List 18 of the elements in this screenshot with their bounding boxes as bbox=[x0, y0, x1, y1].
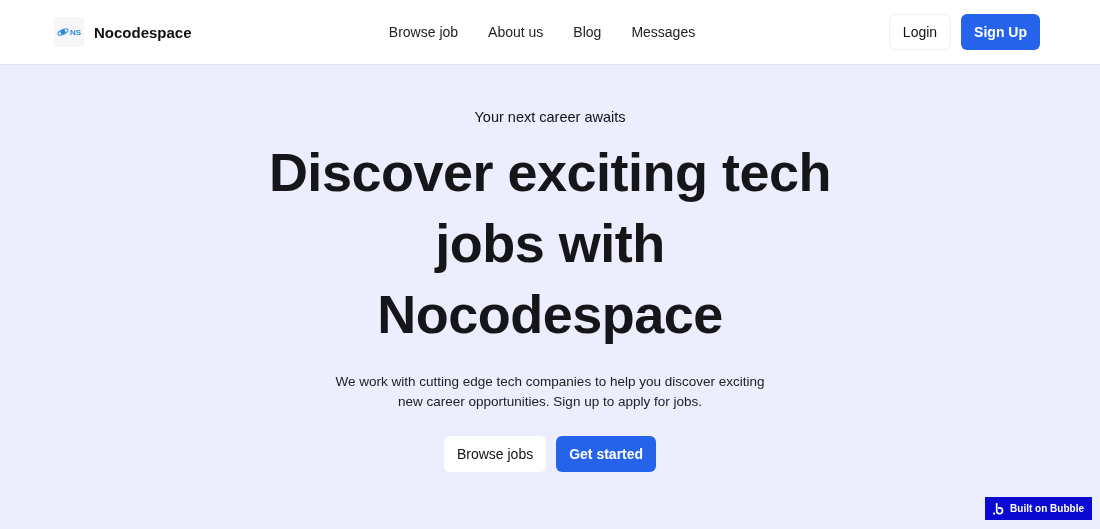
planet-icon bbox=[56, 27, 69, 37]
nav-link[interactable]: Messages bbox=[631, 24, 696, 40]
nav-link[interactable]: Browse job bbox=[388, 24, 459, 40]
hero-title: Discover exciting tech jobs with Nocodespace bbox=[268, 141, 832, 346]
nav-link[interactable]: About us bbox=[488, 24, 544, 40]
badge-label: Built on Bubble bbox=[1010, 503, 1084, 514]
hero-eyebrow: Your next career awaits bbox=[474, 109, 626, 125]
built-on-bubble-badge[interactable]: Built on Bubble bbox=[985, 497, 1092, 520]
login-button[interactable]: Login bbox=[888, 14, 952, 50]
brand-name[interactable]: Nocodespace bbox=[94, 23, 192, 41]
get-started-button[interactable]: Get started bbox=[556, 436, 657, 472]
logo-text: NS bbox=[69, 27, 82, 37]
hero-description: We work with cutting edge tech companies to help you discover exciting new career opportunities. Sign up to apply for jobs. bbox=[334, 373, 766, 411]
bubble-logo-icon bbox=[993, 502, 1005, 515]
sign-up-button[interactable]: Sign Up bbox=[961, 14, 1040, 50]
logo[interactable]: NS bbox=[54, 17, 84, 47]
browse-jobs-button[interactable]: Browse jobs bbox=[443, 436, 547, 472]
nav-link[interactable]: Blog bbox=[573, 24, 602, 40]
